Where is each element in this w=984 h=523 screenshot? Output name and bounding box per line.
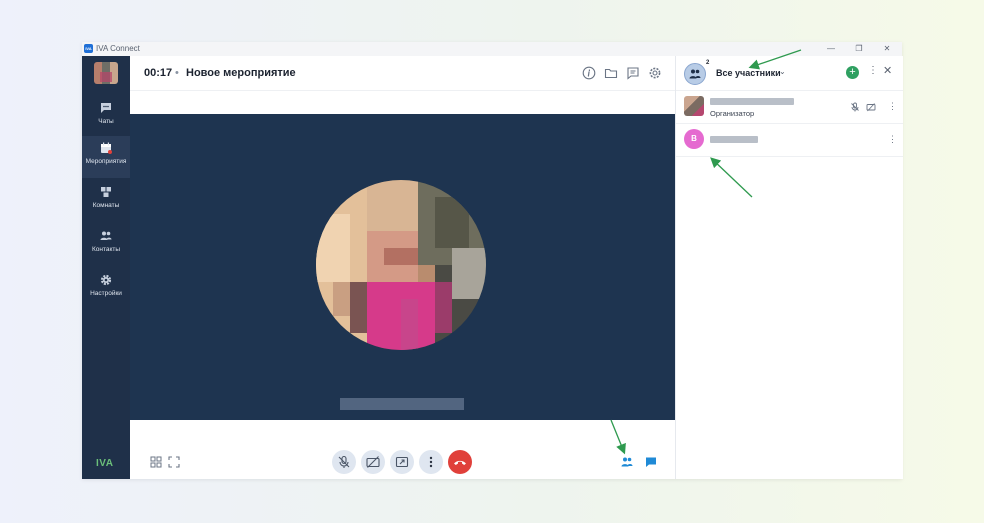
arrow-to-participants-button [610,419,626,455]
arrow-to-panel-title [748,49,802,70]
arrow-to-participant [710,157,753,198]
annotation-arrows [610,49,802,455]
